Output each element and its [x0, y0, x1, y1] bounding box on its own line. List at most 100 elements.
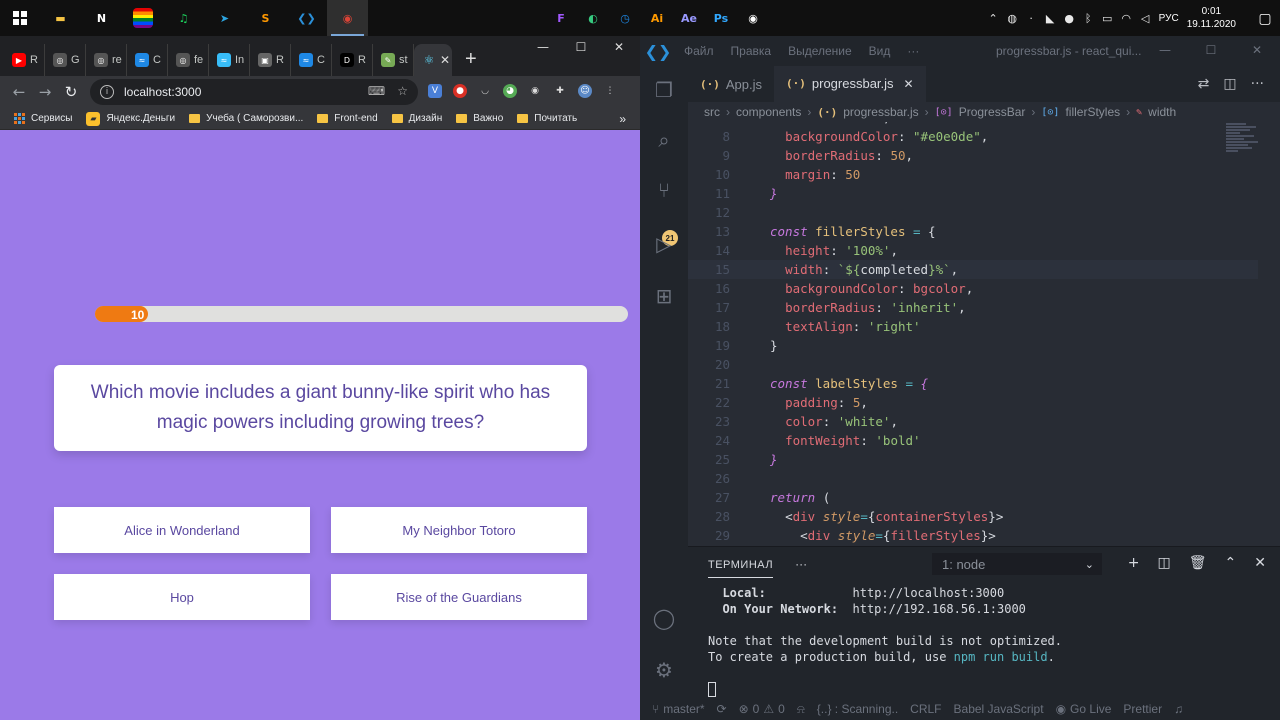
compare-icon[interactable]: ⇄	[1198, 76, 1210, 92]
extension-green-icon[interactable]: ◕	[503, 84, 517, 98]
terminal-select[interactable]: 1: node ⌄	[932, 553, 1102, 575]
more-icon[interactable]: ···	[795, 557, 807, 571]
close-tab-icon[interactable]: ✕	[904, 77, 914, 91]
browser-tab[interactable]: ≈ C	[127, 44, 168, 76]
clock[interactable]: 0:01 19.11.2020	[1187, 5, 1236, 31]
code-line[interactable]: 28 <div style={containerStyles}>	[688, 507, 1258, 526]
browser-tab[interactable]: ▶ R	[4, 44, 45, 76]
account-icon[interactable]: ◯	[652, 606, 676, 630]
browser-tab[interactable]: ▣ R	[250, 44, 291, 76]
browser-tab[interactable]: ≈ C	[291, 44, 332, 76]
answer-button-1[interactable]: Alice in Wonderland	[54, 507, 310, 553]
code-line[interactable]: 13 const fillerStyles = {	[688, 222, 1258, 241]
minimap[interactable]	[1226, 122, 1266, 182]
breadcrumb-item[interactable]: ProgressBar	[959, 105, 1026, 119]
minimize-icon[interactable]: —	[1142, 43, 1188, 57]
browser-tab[interactable]: ◎ re	[86, 44, 127, 76]
code-line[interactable]: 16 backgroundColor: bgcolor,	[688, 279, 1258, 298]
taskbar-app-sublime-text[interactable]: S	[245, 0, 286, 36]
go-live-button[interactable]: ◉ Go Live	[1056, 702, 1112, 716]
code-line[interactable]: 17 borderRadius: 'inherit',	[688, 298, 1258, 317]
breadcrumb-item[interactable]: src	[704, 105, 720, 119]
trash-icon[interactable]: 🗑	[1189, 555, 1207, 571]
add-terminal-icon[interactable]: +	[1128, 555, 1140, 571]
browser-tab[interactable]: ≈ In	[209, 44, 250, 76]
taskbar-app-photoshop[interactable]: Ps	[705, 0, 737, 36]
code-line[interactable]: 11}	[688, 184, 1258, 203]
back-icon[interactable]: ←	[6, 83, 32, 101]
code-line[interactable]: 22 padding: 5,	[688, 393, 1258, 412]
bookmark-item[interactable]: Учеба ( Саморозви...	[189, 113, 303, 124]
menu-item[interactable]: Выделение	[788, 44, 852, 58]
sync-icon[interactable]: ⟳	[717, 702, 727, 716]
menu-item[interactable]: Правка	[731, 44, 772, 58]
answer-button-3[interactable]: Hop	[54, 574, 310, 620]
taskbar-app-spotify[interactable]: ♫	[163, 0, 204, 36]
language-mode[interactable]: Babel JavaScript	[954, 702, 1044, 716]
code-line[interactable]: 25}	[688, 450, 1258, 469]
browser-tab-active[interactable]: ⚛ ✕	[414, 44, 452, 76]
kebab-menu-icon[interactable]: ⋮	[603, 84, 617, 98]
taskbar-app-obs[interactable]: ◉	[737, 0, 769, 36]
code-line[interactable]: 14 height: '100%',	[688, 241, 1258, 260]
terminal-output[interactable]: Local: http://localhost:3000 On Your Net…	[688, 581, 1280, 701]
code-line[interactable]: 9 borderRadius: 50,	[688, 146, 1258, 165]
code-line[interactable]: 15 width: `${completed}%`,	[688, 260, 1258, 279]
split-terminal-icon[interactable]: ◫	[1158, 555, 1171, 571]
info-icon[interactable]: i	[100, 85, 114, 99]
code-line[interactable]: 10 margin: 50	[688, 165, 1258, 184]
extension-v-icon[interactable]: V	[428, 84, 442, 98]
tab-terminal[interactable]: ТЕРМИНАЛ	[708, 550, 774, 578]
bookmark-item[interactable]: Важно	[456, 113, 503, 124]
close-icon[interactable]: ✕	[600, 40, 638, 54]
maximize-icon[interactable]: ☐	[1188, 43, 1234, 57]
taskbar-app-after-effects[interactable]: Ae	[673, 0, 705, 36]
problems[interactable]: ⊗ 0 ⚠ 0	[739, 702, 785, 716]
breadcrumb-item[interactable]: components	[736, 105, 801, 119]
taskbar-app-illustrator[interactable]: Ai	[641, 0, 673, 36]
reload-icon[interactable]: ↻	[58, 83, 84, 101]
eye-icon[interactable]: ◉	[528, 84, 542, 98]
source-control-icon[interactable]: ⑂	[652, 178, 676, 202]
taskbar-app-figma[interactable]: F	[545, 0, 577, 36]
minimize-icon[interactable]: —	[524, 40, 562, 54]
browser-tab[interactable]: ◎ fe	[168, 44, 209, 76]
wifi-icon[interactable]: ◠	[1117, 12, 1136, 25]
code-line[interactable]: 20	[688, 355, 1258, 374]
nvidia-icon[interactable]: ◣	[1041, 12, 1060, 25]
start-button[interactable]	[0, 0, 40, 36]
chevron-up-icon[interactable]: ⌃	[984, 12, 1003, 25]
explorer-icon[interactable]: ❐	[652, 78, 676, 102]
volume-icon[interactable]: ◁	[1136, 12, 1155, 25]
avatar-icon[interactable]: ☺	[578, 84, 592, 98]
code-line[interactable]: 21 const labelStyles = {	[688, 374, 1258, 393]
menu-item[interactable]: Файл	[684, 44, 714, 58]
bookmark-item[interactable]: Дизайн	[391, 113, 442, 124]
taskbar-app-app-green[interactable]: ◐	[577, 0, 609, 36]
code-line[interactable]: 27 return (	[688, 488, 1258, 507]
extensions-icon[interactable]: ⊞	[652, 284, 676, 308]
browser-tab[interactable]: DR	[332, 44, 373, 76]
gear-icon[interactable]: ⚙	[652, 658, 676, 682]
notifications-icon[interactable]: ▢	[1250, 10, 1280, 27]
run-debug-icon[interactable]: ▷	[652, 232, 676, 256]
browser-tab[interactable]: ◎ G	[45, 44, 86, 76]
taskbar-app-stopwatch[interactable]: ◷	[609, 0, 641, 36]
menu-item[interactable]: ···	[907, 44, 919, 58]
app-icon[interactable]: ●	[1060, 12, 1079, 25]
notifications-bell-icon[interactable]: ♫	[1174, 702, 1183, 716]
split-editor-icon[interactable]: ◫	[1223, 76, 1236, 92]
prettier-status[interactable]: Prettier	[1123, 702, 1162, 716]
taskbar-app-telegram[interactable]: ➤	[204, 0, 245, 36]
menu-item[interactable]: Вид	[869, 44, 891, 58]
extension-red-icon[interactable]: ●	[453, 84, 467, 98]
breadcrumb-item[interactable]: fillerStyles	[1065, 105, 1120, 119]
battery-icon[interactable]: ▭	[1098, 12, 1117, 25]
dot-icon[interactable]: ·	[1022, 12, 1041, 25]
code-line[interactable]: 23 color: 'white',	[688, 412, 1258, 431]
taskbar-app-vscode[interactable]: ❮❯	[286, 0, 327, 36]
address-bar[interactable]: i localhost:3000 ⌨ ☆	[90, 79, 418, 105]
chevron-up-icon[interactable]: ⌃	[1225, 555, 1237, 571]
code-line[interactable]: 29 <div style={fillerStyles}>	[688, 526, 1258, 545]
maximize-icon[interactable]: ☐	[562, 40, 600, 54]
